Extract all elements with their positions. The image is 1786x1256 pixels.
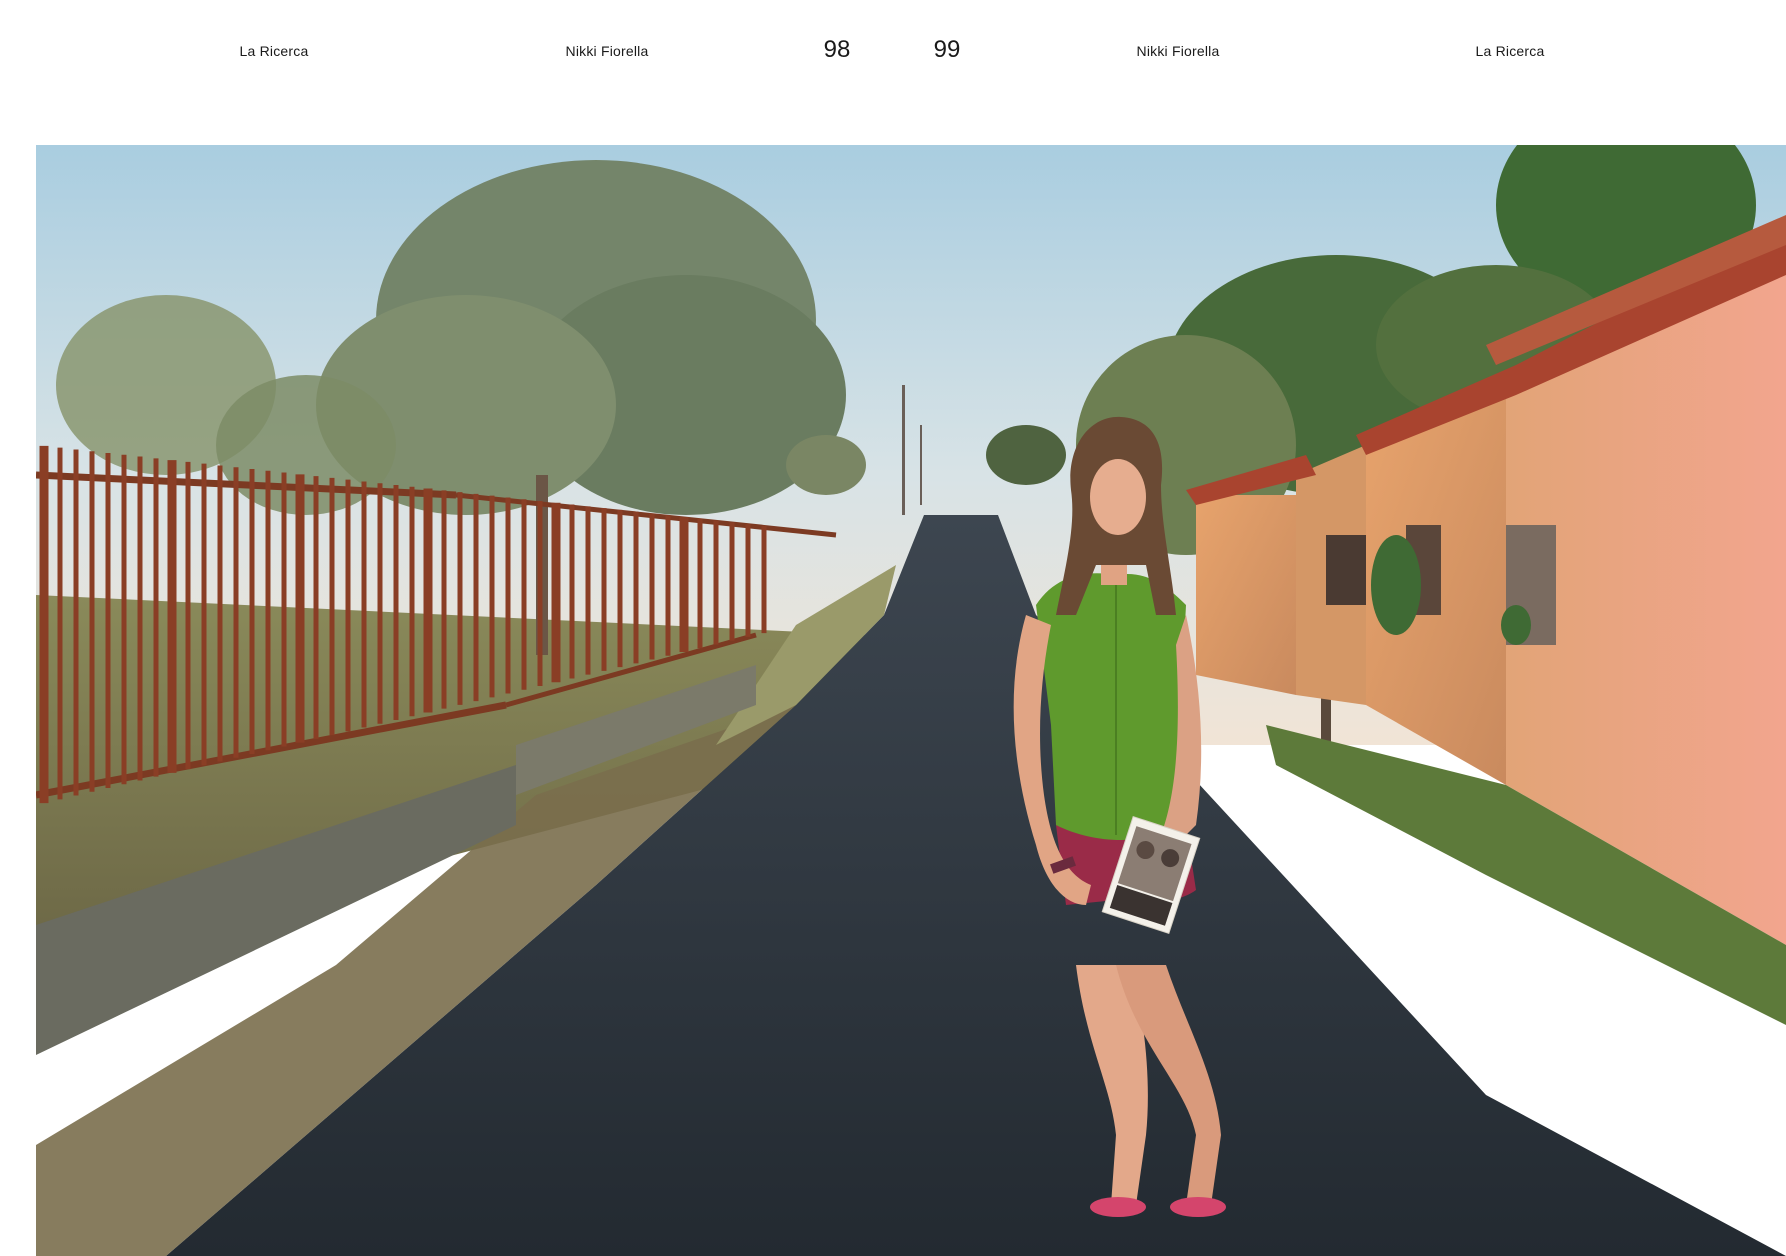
- running-head-section-right: La Ricerca: [1475, 43, 1545, 59]
- face: [1090, 459, 1146, 535]
- running-head-author-left: Nikki Fiorella: [565, 43, 649, 59]
- right-sandal: [1170, 1197, 1226, 1217]
- spread-photograph: [36, 145, 1786, 1256]
- page-number-left: 98: [823, 36, 851, 63]
- running-head-section-left: La Ricerca: [239, 43, 309, 59]
- running-head-author-right: Nikki Fiorella: [1136, 43, 1220, 59]
- page-number-right: 99: [933, 36, 961, 63]
- spread-header: La Ricerca Nikki Fiorella 98 99 Nikki Fi…: [0, 0, 1786, 145]
- left-sandal: [1090, 1197, 1146, 1217]
